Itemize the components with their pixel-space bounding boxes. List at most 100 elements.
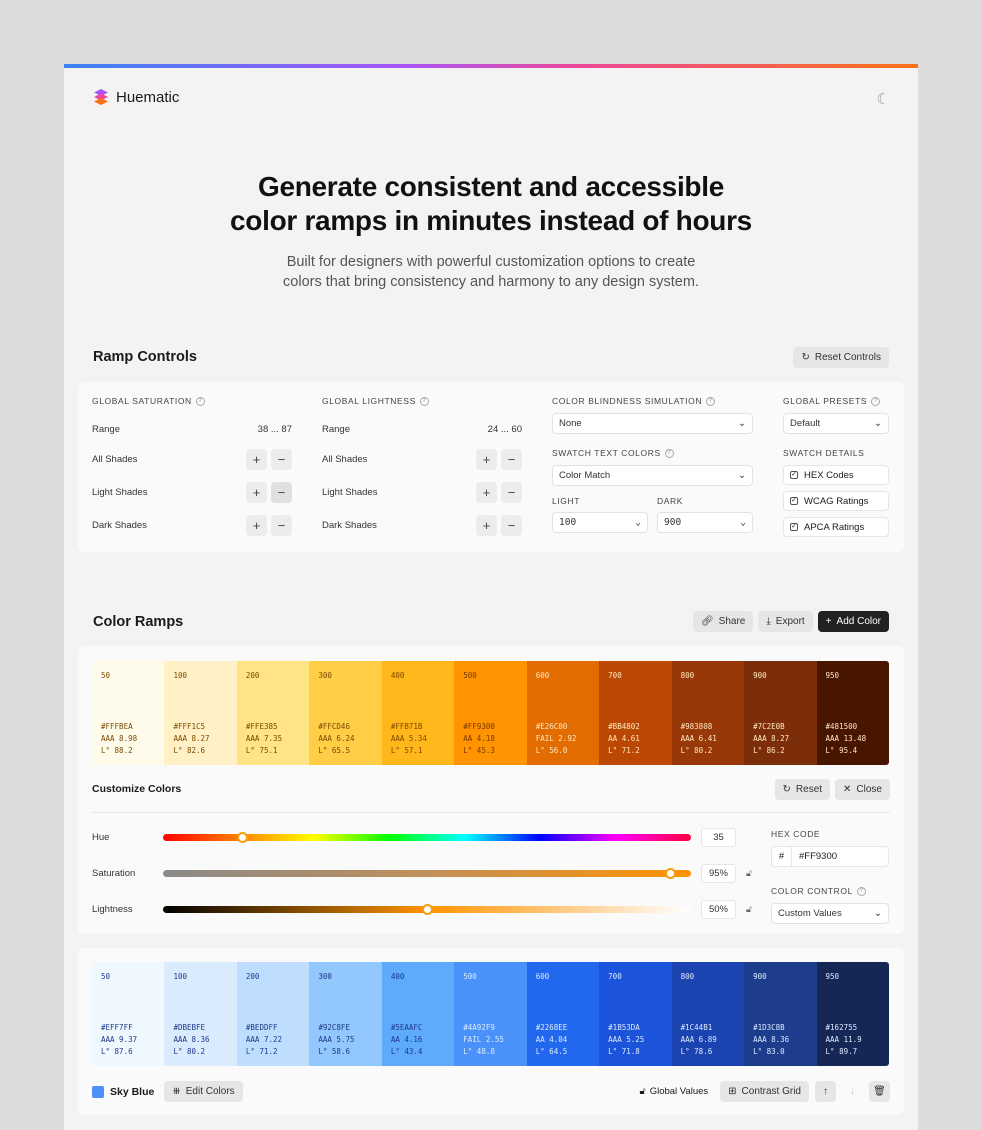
hue-value-input[interactable]: 35	[701, 828, 736, 847]
move-up-button[interactable]: ↑	[815, 1081, 836, 1102]
add-color-button[interactable]: + Add Color	[817, 611, 889, 632]
lightness-range-value[interactable]: 24 ... 60	[488, 424, 522, 435]
swatch-text-colors-select[interactable]: Color Match ⌄	[552, 465, 753, 486]
plus-button[interactable]: +	[246, 515, 267, 536]
delete-button[interactable]: 🗑︎	[869, 1081, 890, 1102]
swatch-100[interactable]: 100 #DBEBFE AAA 8.36 L° 80.2	[164, 962, 237, 1066]
swatch-hex: #FF9300	[463, 722, 495, 731]
lock-icon: 🔓︎	[639, 1086, 646, 1097]
minus-button[interactable]: −	[271, 515, 292, 536]
plus-button[interactable]: +	[476, 449, 497, 470]
plus-button[interactable]: +	[476, 515, 497, 536]
color-control-select[interactable]: Custom Values ⌄	[771, 903, 889, 924]
swatch-500[interactable]: 500 #4A92F9 FAIL 2.55 L° 48.8	[454, 962, 527, 1066]
swatch-info: #FFFBEA AAA 8.98 L° 88.2	[101, 721, 137, 757]
help-icon[interactable]: ?	[706, 396, 716, 406]
global-values-toggle[interactable]: 🔓︎ Global Values	[634, 1086, 715, 1097]
minus-button[interactable]: −	[271, 482, 292, 503]
swatch-hex: #EFF7FF	[101, 1023, 133, 1032]
check-icon: ✓	[790, 523, 798, 531]
wcag-ratings-checkbox[interactable]: ✓ WCAG Ratings	[783, 491, 889, 511]
swatch-100[interactable]: 100 #FFF1C5 AAA 8.27 L° 82.6	[164, 661, 237, 765]
swatch-200[interactable]: 200 #BEDDFF AAA 7.22 L° 71.2	[236, 962, 310, 1066]
global-presets-select[interactable]: Default ⌄	[783, 413, 889, 434]
plus-button[interactable]: +	[246, 449, 267, 470]
swatch-wcag: AA 4.16	[390, 1035, 423, 1044]
lock-icon[interactable]: 🔓︎	[746, 868, 752, 879]
swatch-hex: #481500	[825, 722, 858, 731]
swatch-wcag: AAA 5.34	[390, 734, 427, 743]
plus-button[interactable]: +	[246, 482, 267, 503]
swatch-800[interactable]: 800 #1C44B1 AAA 6.89 L° 78.6	[671, 962, 745, 1066]
brand[interactable]: Huematic	[93, 88, 179, 106]
swatch-50[interactable]: 50 #EFF7FF AAA 9.37 L° 87.6	[92, 962, 165, 1066]
lightness-track[interactable]	[163, 904, 691, 915]
swatch-200[interactable]: 200 #FFE385 AAA 7.35 L° 75.1	[236, 661, 310, 765]
swatch-apca: L° 45.3	[463, 746, 495, 755]
saturation-range-value[interactable]: 38 ... 87	[258, 424, 292, 435]
minus-button[interactable]: −	[501, 515, 522, 536]
swatch-400[interactable]: 400 #FFB71B AAA 5.34 L° 57.1	[381, 661, 455, 765]
help-icon[interactable]: ?	[856, 886, 866, 896]
move-down-button[interactable]: ↓	[842, 1086, 863, 1097]
swatch-apca: L° 71.2	[608, 746, 640, 755]
lightness-thumb[interactable]	[422, 904, 433, 915]
row-label: All Shades	[322, 454, 368, 465]
help-icon[interactable]: ?	[871, 396, 881, 406]
swatch-800[interactable]: 800 #983808 AAA 6.41 L° 80.2	[671, 661, 745, 765]
reset-button[interactable]: ↻ Reset	[774, 779, 831, 800]
moon-icon[interactable]: ☾	[877, 90, 890, 108]
swatch-900[interactable]: 900 #1D3C8B AAA 8.36 L° 83.0	[744, 962, 817, 1066]
reset-icon: ↻	[782, 784, 791, 795]
saturation-value-input[interactable]: 95%	[701, 864, 736, 883]
export-button[interactable]: ⤓ Export	[758, 611, 813, 632]
color-swatch[interactable]	[92, 1085, 104, 1098]
swatch-shade: 200	[245, 671, 260, 680]
swatch-apca: L° 88.2	[101, 746, 133, 755]
swatch-300[interactable]: 300 #92C8FE AAA 5.75 L° 58.6	[309, 962, 382, 1066]
swatch-600[interactable]: 600 #E26C00 FAIL 2.92 L° 56.0	[526, 661, 600, 765]
swatch-950[interactable]: 950 #481500 AAA 13.48 L° 95.4	[816, 661, 889, 765]
plus-button[interactable]: +	[476, 482, 497, 503]
apca-ratings-checkbox[interactable]: ✓ APCA Ratings	[783, 517, 889, 537]
lightness-value-input[interactable]: 50%	[701, 900, 736, 919]
light-dark-row: Light 100 ⌄ Dark 900 ⌄	[552, 496, 753, 533]
hex-codes-checkbox[interactable]: ✓ HEX Codes	[783, 465, 889, 485]
saturation-thumb[interactable]	[664, 868, 676, 879]
contrast-grid-button[interactable]: ⊞ Contrast Grid	[720, 1081, 809, 1102]
swatch-shade: 900	[753, 972, 767, 981]
swatch-400[interactable]: 400 #5EAAFC AA 4.16 L° 43.4	[381, 962, 455, 1066]
swatch-50[interactable]: 50 #FFFBEA AAA 8.98 L° 88.2	[92, 661, 165, 765]
color-control-label-text: Color Control	[771, 886, 853, 896]
select-value: Custom Values	[778, 908, 842, 919]
share-button[interactable]: 🔗︎ Share	[692, 611, 754, 632]
swatch-700[interactable]: 700 #1B53DA AAA 5.25 L° 71.8	[599, 962, 672, 1066]
minus-button[interactable]: −	[501, 449, 522, 470]
help-icon[interactable]: ?	[195, 396, 205, 406]
reset-controls-button[interactable]: ↻ Reset Controls	[793, 347, 889, 368]
customize-colors-title: Customize Colors	[92, 783, 182, 795]
minus-button[interactable]: −	[501, 482, 522, 503]
swatch-700[interactable]: 700 #BB4802 AA 4.61 L° 71.2	[599, 661, 672, 765]
saturation-track[interactable]	[163, 868, 691, 879]
swatch-300[interactable]: 300 #FFCD46 AAA 6.24 L° 65.5	[309, 661, 382, 765]
swatch-wcag: AA 4.18	[463, 734, 495, 743]
swatch-600[interactable]: 600 #2268EE AA 4.04 L° 64.5	[526, 962, 600, 1066]
hex-input[interactable]: # #FF9300	[771, 846, 889, 867]
swatch-500[interactable]: 500 #FF9300 AA 4.18 L° 45.3	[454, 661, 527, 765]
hue-track[interactable]	[163, 832, 691, 843]
lock-icon[interactable]: 🔓︎	[746, 904, 752, 915]
light-select[interactable]: 100 ⌄	[552, 512, 648, 533]
color-blindness-select[interactable]: None ⌄	[552, 413, 753, 434]
minus-button[interactable]: −	[271, 449, 292, 470]
chevron-down-icon: ⌄	[740, 517, 746, 528]
help-icon[interactable]: ?	[419, 396, 429, 406]
swatch-900[interactable]: 900 #7C2E0B AAA 8.27 L° 86.2	[744, 661, 817, 765]
swatch-950[interactable]: 950 #162755 AAA 11.9 L° 89.7	[816, 962, 889, 1066]
hue-thumb[interactable]	[237, 832, 249, 843]
help-icon[interactable]: ?	[664, 448, 674, 458]
close-button[interactable]: ✕ Close	[835, 779, 890, 800]
edit-colors-button[interactable]: ⧻ Edit Colors	[164, 1081, 243, 1102]
dark-select[interactable]: 900 ⌄	[657, 512, 753, 533]
simulation-controls: Color Blindness Simulation? None ⌄ Swatch…	[552, 396, 753, 533]
